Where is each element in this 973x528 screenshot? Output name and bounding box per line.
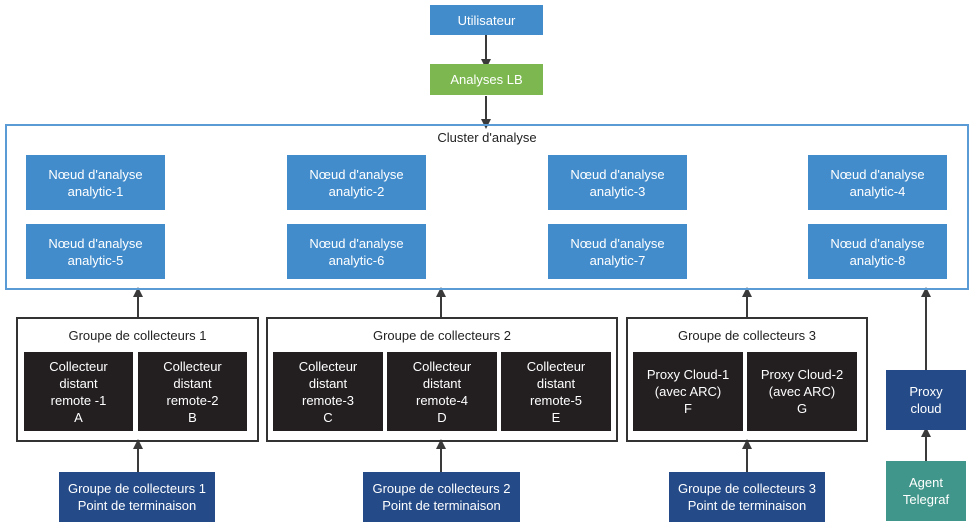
cloud-proxy-label: cloud	[910, 401, 942, 416]
node-type-label: Nœud d'analyse	[309, 235, 404, 251]
node-type-label: Nœud d'analyse	[570, 235, 665, 251]
node-name-label: analytic-5	[67, 252, 124, 268]
telegraf-label: Agent	[909, 475, 943, 490]
analytics-node: Nœud d'analyse analytic-4	[808, 155, 947, 210]
remote-collector: Collecteur distant remote-4 D	[387, 352, 497, 431]
endpoint-label: Groupe de collecteurs 2	[372, 481, 511, 496]
collector-label-line: remote-2	[166, 392, 219, 408]
cloud-proxy-collector: Proxy Cloud-1 (avec ARC) F	[633, 352, 743, 431]
collector-group-title: Groupe de collecteurs 2	[372, 328, 512, 343]
collector-label-line: Collecteur	[526, 358, 586, 374]
collector-label-line: distant	[308, 375, 348, 391]
collector-label-line: remote -1	[50, 392, 107, 408]
collector-label-line: (avec ARC)	[768, 384, 836, 399]
collector-group-title: Groupe de collecteurs 3	[677, 328, 817, 343]
node-type-label: Nœud d'analyse	[830, 166, 925, 182]
collector-group-endpoint-3: Groupe de collecteurs 3 Point de termina…	[669, 472, 825, 522]
collector-label-line: distant	[422, 375, 462, 391]
collector-label-line: F	[684, 401, 692, 416]
analytics-node: Nœud d'analyse analytic-3	[548, 155, 687, 210]
analytics-node: Nœud d'analyse analytic-8	[808, 224, 947, 279]
endpoint-label: Groupe de collecteurs 1	[67, 481, 207, 496]
collector-label-line: Collecteur	[163, 358, 222, 374]
collector-label-line: B	[188, 409, 197, 425]
collector-label-line: (avec ARC)	[654, 384, 722, 399]
remote-collector: Collecteur distant remote-2 B	[138, 352, 247, 431]
collector-group-endpoint-1: Groupe de collecteurs 1 Point de termina…	[59, 472, 215, 522]
cloud-proxy-label: Proxy	[909, 384, 943, 399]
collector-label-line: remote-4	[415, 392, 469, 408]
collector-label-line: A	[74, 409, 83, 425]
collector-label-line: Collecteur	[298, 358, 358, 374]
node-type-label: Nœud d'analyse	[48, 166, 143, 182]
collector-group-title: Groupe de collecteurs 1	[68, 328, 207, 343]
remote-collector: Collecteur distant remote-3 C	[273, 352, 383, 431]
endpoint-label: Point de terminaison	[382, 498, 501, 513]
node-type-label: Nœud d'analyse	[830, 235, 925, 251]
node-name-label: analytic-6	[328, 252, 385, 268]
analytics-node: Nœud d'analyse analytic-1	[26, 155, 165, 210]
user-box: Utilisateur	[430, 5, 543, 35]
node-name-label: analytic-4	[849, 183, 906, 199]
node-name-label: analytic-8	[849, 252, 906, 268]
node-type-label: Nœud d'analyse	[570, 166, 665, 182]
collector-label-line: C	[323, 409, 333, 425]
load-balancer-box: Analyses LB	[430, 64, 543, 95]
node-type-label: Nœud d'analyse	[309, 166, 404, 182]
node-name-label: analytic-7	[589, 252, 646, 268]
node-name-label: analytic-1	[67, 183, 124, 199]
endpoint-label: Groupe de collecteurs 3	[677, 481, 817, 496]
collector-label-line: Proxy Cloud-2	[760, 367, 844, 382]
node-name-label: analytic-3	[589, 183, 646, 199]
cloud-proxy-box: Proxy cloud	[886, 370, 966, 430]
remote-collector: Collecteur distant remote -1 A	[24, 352, 133, 431]
analytics-node: Nœud d'analyse analytic-5	[26, 224, 165, 279]
user-label: Utilisateur	[457, 12, 516, 28]
collector-label-line: G	[796, 401, 808, 416]
collector-label-line: remote-5	[529, 392, 583, 408]
collector-label-line: remote-3	[301, 392, 355, 408]
collector-label-line: Proxy Cloud-1	[646, 367, 730, 382]
cloud-proxy-collector: Proxy Cloud-2 (avec ARC) G	[747, 352, 857, 431]
endpoint-label: Point de terminaison	[687, 498, 807, 513]
analytics-node: Nœud d'analyse analytic-7	[548, 224, 687, 279]
collector-label-line: E	[551, 409, 561, 425]
telegraf-agent-box: Agent Telegraf	[886, 461, 966, 521]
node-type-label: Nœud d'analyse	[48, 235, 143, 251]
cluster-title: Cluster d'analyse	[437, 130, 537, 145]
analytics-node: Nœud d'analyse analytic-2	[287, 155, 426, 210]
analytics-node: Nœud d'analyse analytic-6	[287, 224, 426, 279]
collector-label-line: distant	[59, 375, 98, 391]
remote-collector: Collecteur distant remote-5 E	[501, 352, 611, 431]
endpoint-label: Point de terminaison	[77, 498, 197, 513]
telegraf-label: Telegraf	[902, 492, 950, 507]
load-balancer-label: Analyses LB	[450, 72, 523, 87]
node-name-label: analytic-2	[328, 183, 385, 199]
collector-label-line: Collecteur	[49, 358, 108, 374]
collector-label-line: D	[437, 409, 447, 425]
collector-label-line: distant	[536, 375, 576, 391]
collector-label-line: distant	[173, 375, 212, 391]
collector-group-endpoint-2: Groupe de collecteurs 2 Point de termina…	[363, 472, 520, 522]
collector-label-line: Collecteur	[412, 358, 472, 374]
